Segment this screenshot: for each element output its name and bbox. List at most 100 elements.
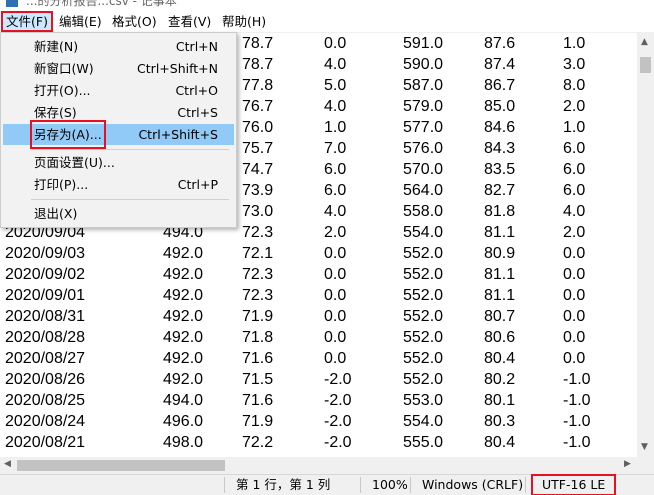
text-cell: 554.0 bbox=[403, 224, 444, 241]
menu-format[interactable]: 格式(O) bbox=[108, 12, 161, 31]
text-cell: 0.0 bbox=[563, 245, 586, 262]
text-cell: 2020/08/27 bbox=[5, 350, 86, 367]
text-cell: 564.0 bbox=[403, 182, 444, 199]
menu-item-open[interactable]: 打开(O)... Ctrl+O bbox=[3, 80, 234, 101]
text-cell: 71.5 bbox=[242, 371, 274, 388]
menu-edit[interactable]: 编辑(E) bbox=[55, 12, 106, 31]
text-cell: 0.0 bbox=[324, 245, 347, 262]
menu-item-label: 打印(P)... bbox=[34, 177, 89, 192]
text-cell: 73.9 bbox=[242, 182, 274, 199]
status-separator bbox=[525, 477, 526, 493]
menu-help[interactable]: 帮助(H) bbox=[218, 12, 270, 31]
text-cell: 4.0 bbox=[324, 56, 347, 73]
text-cell: 2020/08/26 bbox=[5, 371, 86, 388]
text-cell: 78.7 bbox=[242, 35, 274, 52]
text-cell: 0.0 bbox=[563, 350, 586, 367]
text-cell: 72.3 bbox=[242, 287, 274, 304]
menu-item-print[interactable]: 打印(P)... Ctrl+P bbox=[3, 174, 234, 195]
text-cell: 591.0 bbox=[403, 35, 444, 52]
text-cell: 86.7 bbox=[484, 77, 516, 94]
text-line: 2020/09/02 492.0 72.3 0.0 552.0 81.1 0.0 bbox=[0, 264, 637, 285]
text-cell: 87.4 bbox=[484, 56, 516, 73]
status-separator bbox=[224, 477, 225, 493]
menu-item-shortcut: Ctrl+S bbox=[177, 105, 218, 120]
menu-item-label: 另存为(A)... bbox=[30, 120, 106, 149]
scroll-up-arrow-icon[interactable]: ▲ bbox=[641, 37, 648, 47]
text-cell: 6.0 bbox=[563, 182, 586, 199]
text-cell: 81.1 bbox=[484, 224, 516, 241]
text-cell: 496.0 bbox=[163, 413, 204, 430]
menu-file[interactable]: 文件(F) bbox=[1, 11, 53, 32]
text-cell: 554.0 bbox=[403, 413, 444, 430]
text-cell: 4.0 bbox=[563, 203, 586, 220]
text-cell: 2.0 bbox=[563, 224, 586, 241]
text-cell: 553.0 bbox=[403, 392, 444, 409]
menu-separator bbox=[31, 149, 229, 150]
text-cell: 73.0 bbox=[242, 203, 274, 220]
text-cell: 590.0 bbox=[403, 56, 444, 73]
text-cell: 72.3 bbox=[242, 224, 274, 241]
text-cell: 0.0 bbox=[563, 329, 586, 346]
text-cell: 76.7 bbox=[242, 98, 274, 115]
text-line: 2020/09/01 492.0 72.3 0.0 552.0 81.1 0.0 bbox=[0, 285, 637, 306]
vertical-scroll-thumb[interactable] bbox=[640, 57, 651, 73]
text-cell: 72.1 bbox=[242, 245, 274, 262]
vertical-scrollbar[interactable]: ▲ ▼ bbox=[637, 33, 654, 457]
text-cell: 1.0 bbox=[324, 119, 347, 136]
menu-item-shortcut: Ctrl+Shift+S bbox=[138, 127, 218, 142]
text-cell: 0.0 bbox=[324, 266, 347, 283]
menu-item-page-setup[interactable]: 页面设置(U)... bbox=[3, 152, 234, 173]
menu-item-exit[interactable]: 退出(X) bbox=[3, 203, 234, 224]
menu-item-save-as[interactable]: 另存为(A)... Ctrl+Shift+S bbox=[3, 120, 234, 149]
horizontal-scroll-thumb[interactable] bbox=[17, 460, 225, 471]
text-cell: 552.0 bbox=[403, 329, 444, 346]
text-cell: 6.0 bbox=[563, 161, 586, 178]
text-cell: 80.4 bbox=[484, 350, 516, 367]
text-cell: 2020/08/25 bbox=[5, 392, 86, 409]
text-cell: -2.0 bbox=[324, 413, 352, 430]
menu-item-new[interactable]: 新建(N) Ctrl+N bbox=[3, 36, 234, 57]
text-cell: 552.0 bbox=[403, 308, 444, 325]
text-cell: 71.6 bbox=[242, 392, 274, 409]
text-cell: 552.0 bbox=[403, 371, 444, 388]
text-cell: 85.0 bbox=[484, 98, 516, 115]
text-cell: 6.0 bbox=[563, 140, 586, 157]
text-cell: 2020/08/24 bbox=[5, 413, 86, 430]
text-cell: 0.0 bbox=[563, 308, 586, 325]
text-cell: 3.0 bbox=[563, 56, 586, 73]
text-cell: 555.0 bbox=[403, 434, 444, 451]
text-cell: 84.3 bbox=[484, 140, 516, 157]
title-bar: ...的分析报告...csv - 记事本 bbox=[0, 0, 654, 9]
scroll-left-arrow-icon[interactable]: ◀ bbox=[4, 459, 11, 469]
scrollbar-corner bbox=[637, 457, 654, 474]
menu-item-new-window[interactable]: 新窗口(W) Ctrl+Shift+N bbox=[3, 58, 234, 79]
menu-item-label: 打开(O)... bbox=[34, 83, 91, 98]
text-cell: 80.2 bbox=[484, 371, 516, 388]
text-cell: 2020/08/21 bbox=[5, 434, 86, 451]
text-cell: 0.0 bbox=[563, 266, 586, 283]
text-line: 2020/08/21 498.0 72.2 -2.0 555.0 80.4 -1.0 bbox=[0, 432, 637, 453]
text-cell: 579.0 bbox=[403, 98, 444, 115]
encoding: UTF-16 LE bbox=[530, 474, 617, 495]
text-cell: -1.0 bbox=[563, 371, 591, 388]
text-cell: 80.4 bbox=[484, 434, 516, 451]
text-cell: 2020/09/01 bbox=[5, 287, 86, 304]
text-cell: 77.8 bbox=[242, 77, 274, 94]
text-cell: -2.0 bbox=[324, 371, 352, 388]
text-cell: 0.0 bbox=[324, 350, 347, 367]
scroll-right-arrow-icon[interactable]: ▶ bbox=[624, 459, 631, 469]
text-cell: 2020/09/03 bbox=[5, 245, 86, 262]
text-cell: 83.5 bbox=[484, 161, 516, 178]
text-cell: 492.0 bbox=[163, 245, 204, 262]
text-cell: 2020/08/28 bbox=[5, 329, 86, 346]
text-cell: 552.0 bbox=[403, 245, 444, 262]
text-cell: 84.6 bbox=[484, 119, 516, 136]
text-cell: 81.1 bbox=[484, 287, 516, 304]
menu-item-save[interactable]: 保存(S) Ctrl+S bbox=[3, 102, 234, 123]
text-cell: 492.0 bbox=[163, 287, 204, 304]
scroll-down-arrow-icon[interactable]: ▼ bbox=[641, 442, 648, 452]
horizontal-scrollbar[interactable]: ◀ ▶ bbox=[0, 457, 637, 474]
text-cell: 72.3 bbox=[242, 266, 274, 283]
text-cell: 576.0 bbox=[403, 140, 444, 157]
menu-view[interactable]: 查看(V) bbox=[164, 12, 215, 31]
